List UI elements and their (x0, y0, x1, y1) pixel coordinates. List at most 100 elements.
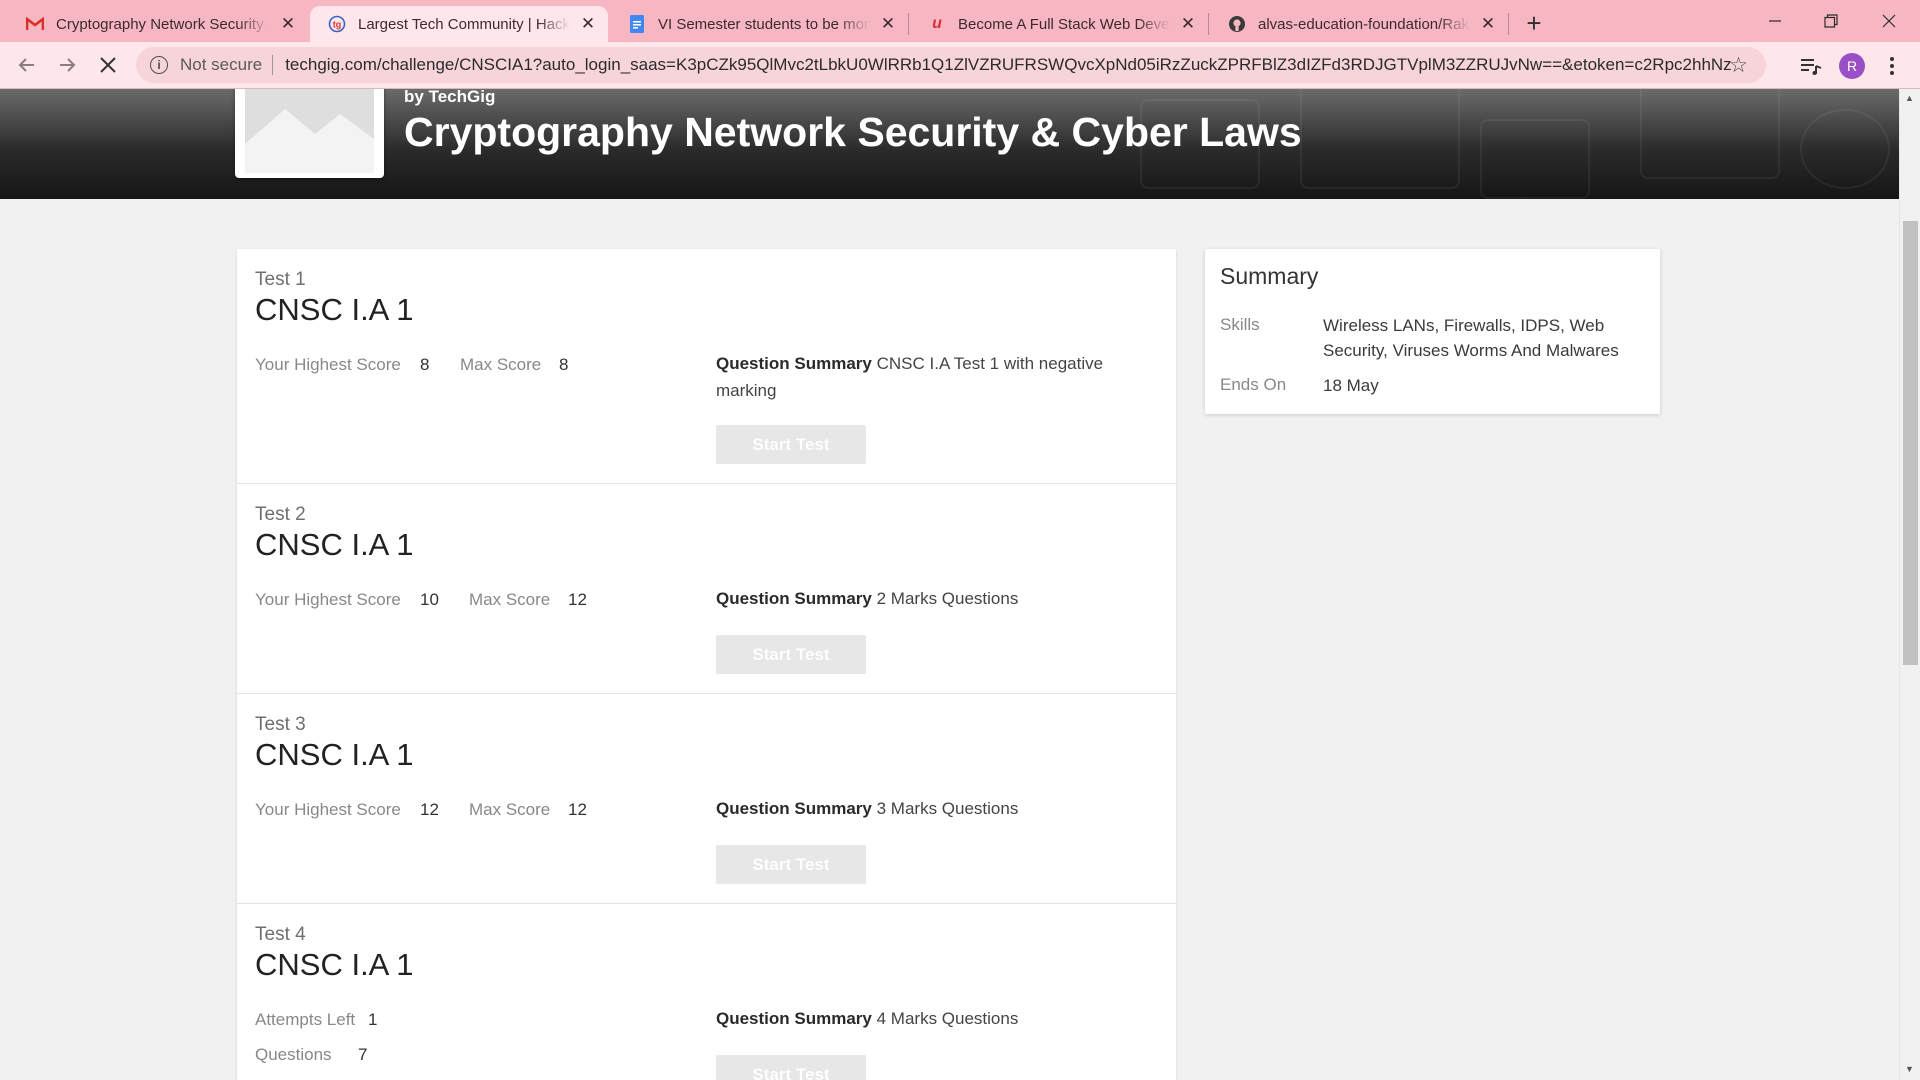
test-card: Test 1 CNSC I.A 1 Your Highest Score 8 M… (237, 249, 1176, 484)
tab-google-docs[interactable]: VI Semester students to be monitored ✕ (610, 6, 908, 42)
page-viewport: by TechGig Cryptography Network Security… (0, 89, 1899, 1080)
start-test-button[interactable]: Start Test (716, 1055, 866, 1080)
udemy-icon: u (932, 15, 942, 32)
restore-icon[interactable] (1803, 0, 1859, 42)
kebab-menu-icon[interactable] (1877, 51, 1907, 81)
highest-score-label: Your Highest Score (255, 355, 401, 374)
test-name: CNSC I.A 1 (255, 292, 414, 327)
highest-score-value: 12 (420, 800, 439, 819)
info-icon[interactable]: i (150, 56, 168, 74)
github-icon (1228, 15, 1246, 33)
scroll-down-arrow-icon[interactable]: ▼ (1905, 1064, 1914, 1074)
question-summary-label: Question Summary (716, 1009, 872, 1028)
tab-strip: Cryptography Network Security & Cyber La… (0, 0, 1920, 42)
skills-label: Skills (1220, 315, 1260, 334)
tab-title: VI Semester students to be monitored (658, 15, 870, 33)
question-summary-text: 3 Marks Questions (876, 799, 1019, 818)
max-score-label: Max Score (469, 590, 551, 609)
test-name: CNSC I.A 1 (255, 737, 414, 772)
max-score-value: 8 (559, 355, 569, 374)
tab-separator (1208, 13, 1209, 35)
challenge-banner: by TechGig Cryptography Network Security… (0, 89, 1899, 199)
summary-card: Summary Skills Wireless LANs, Firewalls,… (1205, 249, 1660, 414)
docs-icon (628, 15, 646, 33)
test-number: Test 4 (255, 924, 306, 945)
test-card: Test 4 CNSC I.A 1 Attempts Left 1 Questi… (237, 904, 1176, 1080)
max-score-value: 12 (568, 800, 587, 819)
tab-separator (1508, 13, 1509, 35)
close-tab-icon[interactable]: ✕ (278, 14, 298, 34)
forward-arrow-icon[interactable] (51, 49, 83, 81)
scrollbar-thumb[interactable] (1903, 221, 1918, 665)
by-prefix: by (404, 89, 424, 106)
test-name: CNSC I.A 1 (255, 947, 414, 982)
new-tab-button[interactable]: + (1519, 8, 1549, 38)
question-summary-label: Question Summary (716, 354, 872, 373)
scroll-up-arrow-icon[interactable]: ▲ (1905, 93, 1914, 103)
banner-decoration (1300, 89, 1460, 189)
question-summary-label: Question Summary (716, 589, 872, 608)
question-summary: Question Summary 3 Marks Questions (716, 795, 1136, 822)
vertical-scrollbar[interactable]: ▲ ▼ (1899, 89, 1920, 1080)
max-score-label: Max Score (460, 355, 542, 374)
close-tab-icon[interactable]: ✕ (1178, 14, 1198, 34)
attempts-left-value: 1 (368, 1010, 378, 1029)
banner-decoration (1640, 89, 1780, 179)
minimize-icon[interactable] (1747, 0, 1803, 42)
techgig-icon: tg (328, 15, 346, 33)
bookmark-star-icon[interactable]: ☆ (1729, 53, 1748, 78)
banner-decoration (1480, 119, 1590, 199)
tab-udemy[interactable]: u Become A Full Stack Web Developer ✕ (910, 6, 1208, 42)
tab-gmail[interactable]: Cryptography Network Security & Cyber La… (8, 6, 308, 42)
browser-toolbar: i Not secure techgig.com/challenge/CNSCI… (0, 42, 1920, 88)
close-tab-icon[interactable]: ✕ (578, 14, 598, 34)
question-summary-label: Question Summary (716, 799, 872, 818)
highest-score-value: 8 (420, 355, 430, 374)
media-playlist-icon[interactable] (1796, 51, 1826, 81)
questions-value: 7 (358, 1045, 368, 1064)
close-tab-icon[interactable]: ✕ (878, 14, 898, 34)
tests-list: Test 1 CNSC I.A 1 Your Highest Score 8 M… (237, 249, 1176, 1080)
highest-score-label: Your Highest Score (255, 800, 401, 819)
tab-title: Largest Tech Community | Hackathons (358, 15, 570, 33)
tab-separator (908, 13, 909, 35)
start-test-button[interactable]: Start Test (716, 635, 866, 674)
test-name: CNSC I.A 1 (255, 527, 414, 562)
close-tab-icon[interactable]: ✕ (1478, 14, 1498, 34)
question-summary: Question Summary CNSC I.A Test 1 with ne… (716, 350, 1136, 404)
max-score-label: Max Score (469, 800, 551, 819)
test-number: Test 1 (255, 269, 306, 290)
question-summary-text: 2 Marks Questions (876, 589, 1019, 608)
test-card: Test 2 CNSC I.A 1 Your Highest Score 10 … (237, 484, 1176, 694)
back-arrow-icon[interactable] (11, 49, 43, 81)
challenge-logo (235, 89, 384, 178)
start-test-button[interactable]: Start Test (716, 845, 866, 884)
profile-avatar[interactable]: R (1837, 51, 1867, 81)
tab-techgig[interactable]: tg Largest Tech Community | Hackathons ✕ (310, 6, 608, 42)
tab-title: Cryptography Network Security & Cyber La… (56, 15, 270, 33)
techgig-brand[interactable]: TechGig (429, 89, 496, 106)
tab-title: Become A Full Stack Web Developer (958, 15, 1170, 33)
divider (272, 55, 274, 75)
ends-on-value: 18 May (1323, 376, 1379, 395)
question-summary-text: 4 Marks Questions (876, 1009, 1019, 1028)
test-number: Test 3 (255, 714, 306, 735)
svg-text:tg: tg (333, 20, 342, 30)
attempts-left-label: Attempts Left (255, 1010, 356, 1029)
skills-value: Wireless LANs, Firewalls, IDPS, Web Secu… (1323, 316, 1619, 360)
summary-title: Summary (1220, 263, 1319, 289)
url-text[interactable]: techgig.com/challenge/CNSCIA1?auto_login… (285, 55, 1731, 75)
test-number: Test 2 (255, 504, 306, 525)
highest-score-value: 10 (420, 590, 439, 609)
question-summary: Question Summary 4 Marks Questions (716, 1005, 1136, 1032)
tab-github[interactable]: alvas-education-foundation/Raksha ✕ (1210, 6, 1508, 42)
address-bar[interactable]: i Not secure techgig.com/challenge/CNSCI… (136, 47, 1766, 83)
stop-loading-icon[interactable] (92, 49, 124, 81)
gmail-icon (26, 15, 44, 33)
avatar: R (1839, 53, 1865, 79)
ends-on-label: Ends On (1220, 375, 1287, 394)
start-test-button[interactable]: Start Test (716, 425, 866, 464)
close-window-icon[interactable] (1861, 0, 1917, 42)
question-summary: Question Summary 2 Marks Questions (716, 585, 1136, 612)
image-placeholder-icon (245, 89, 374, 173)
